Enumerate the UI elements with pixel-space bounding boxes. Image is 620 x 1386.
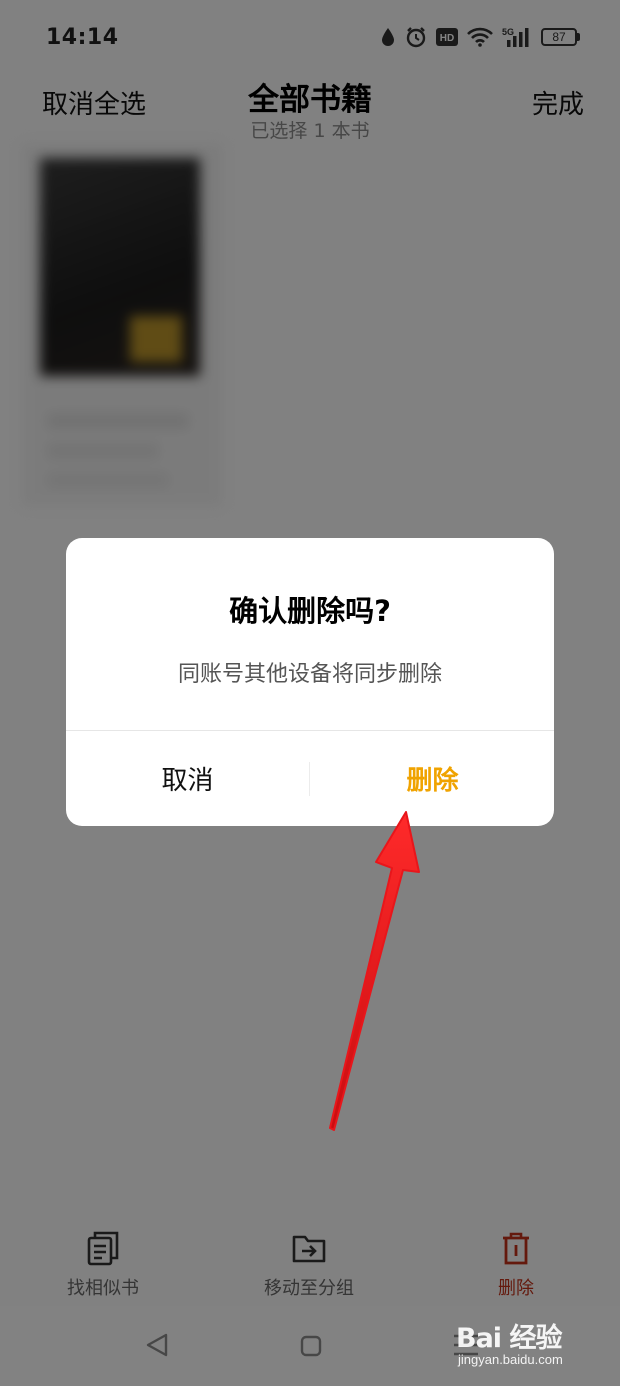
dialog-title: 确认删除吗? [229, 594, 391, 628]
dialog-button-divider [309, 762, 310, 796]
confirm-delete-dialog: 确认删除吗? 同账号其他设备将同步删除 取消 删除 [66, 538, 554, 826]
watermark-url: jingyan.baidu.com [458, 1352, 563, 1367]
dialog-delete-button[interactable]: 删除 [311, 731, 554, 826]
baidu-jingyan-watermark: Bai 经验 jingyan.baidu.com [456, 1316, 606, 1376]
watermark-logo: Bai 经验 [456, 1323, 562, 1354]
dialog-message: 同账号其他设备将同步删除 [177, 662, 442, 687]
dialog-cancel-button[interactable]: 取消 [66, 731, 309, 826]
